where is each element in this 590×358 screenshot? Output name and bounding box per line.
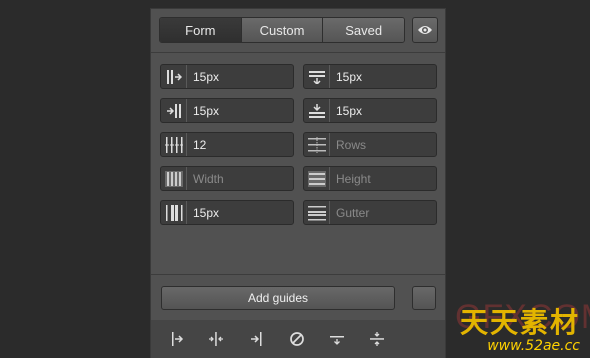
top-margin-value: 15px <box>336 69 363 84</box>
columns-field[interactable]: 12 <box>160 132 294 157</box>
bottom-margin-field[interactable]: 15px <box>303 98 437 123</box>
rows-icon <box>304 133 330 156</box>
width-placeholder: Width <box>193 171 224 186</box>
options-button[interactable] <box>412 286 436 310</box>
right-margin-value: 15px <box>193 103 220 118</box>
preview-toggle-button[interactable] <box>412 17 438 43</box>
divider <box>151 274 445 275</box>
gutter-horizontal-icon <box>304 201 330 224</box>
center-vertical-icon[interactable] <box>208 331 224 347</box>
watermark-url: www.52ae.cc <box>487 338 580 354</box>
tab-saved[interactable]: Saved <box>322 18 404 42</box>
height-icon <box>304 167 330 190</box>
guide-panel: Form Custom Saved 15px 15px 15px 15px 12… <box>150 8 446 358</box>
right-margin-icon <box>161 99 187 122</box>
top-margin-field[interactable]: 15px <box>303 64 437 89</box>
top-margin-icon <box>304 65 330 88</box>
align-right-icon[interactable] <box>249 331 265 347</box>
align-left-icon[interactable] <box>169 331 185 347</box>
eye-icon <box>418 26 432 34</box>
add-guides-button[interactable]: Add guides <box>161 286 395 310</box>
vertical-gutter-field[interactable]: 15px <box>160 200 294 225</box>
tab-custom[interactable]: Custom <box>240 18 323 42</box>
right-margin-field[interactable]: 15px <box>160 98 294 123</box>
tab-form[interactable]: Form <box>160 18 241 42</box>
gutter-vertical-icon <box>161 201 187 224</box>
rows-field[interactable]: Rows <box>303 132 437 157</box>
vertical-gutter-value: 15px <box>193 205 220 220</box>
bottom-margin-value: 15px <box>336 103 363 118</box>
height-placeholder: Height <box>336 171 371 186</box>
clear-icon[interactable] <box>289 331 305 347</box>
left-margin-icon <box>161 65 187 88</box>
width-field[interactable]: Width <box>160 166 294 191</box>
rows-placeholder: Rows <box>336 137 367 152</box>
watermark-chinese: 天天素材 <box>459 306 580 339</box>
gutter-placeholder: Gutter <box>336 205 370 220</box>
columns-icon <box>161 133 187 156</box>
alignment-toolbar <box>151 320 445 358</box>
align-top-icon[interactable] <box>329 331 345 347</box>
center-horizontal-icon[interactable] <box>369 331 385 347</box>
divider <box>151 52 445 53</box>
left-margin-value: 15px <box>193 69 220 84</box>
horizontal-gutter-field[interactable]: Gutter <box>303 200 437 225</box>
left-margin-field[interactable]: 15px <box>160 64 294 89</box>
height-field[interactable]: Height <box>303 166 437 191</box>
watermark: 天天素材 www.52ae.cc <box>459 306 580 355</box>
tab-bar: Form Custom Saved <box>159 17 405 43</box>
bottom-margin-icon <box>304 99 330 122</box>
width-icon <box>161 167 187 190</box>
columns-value: 12 <box>193 137 207 152</box>
